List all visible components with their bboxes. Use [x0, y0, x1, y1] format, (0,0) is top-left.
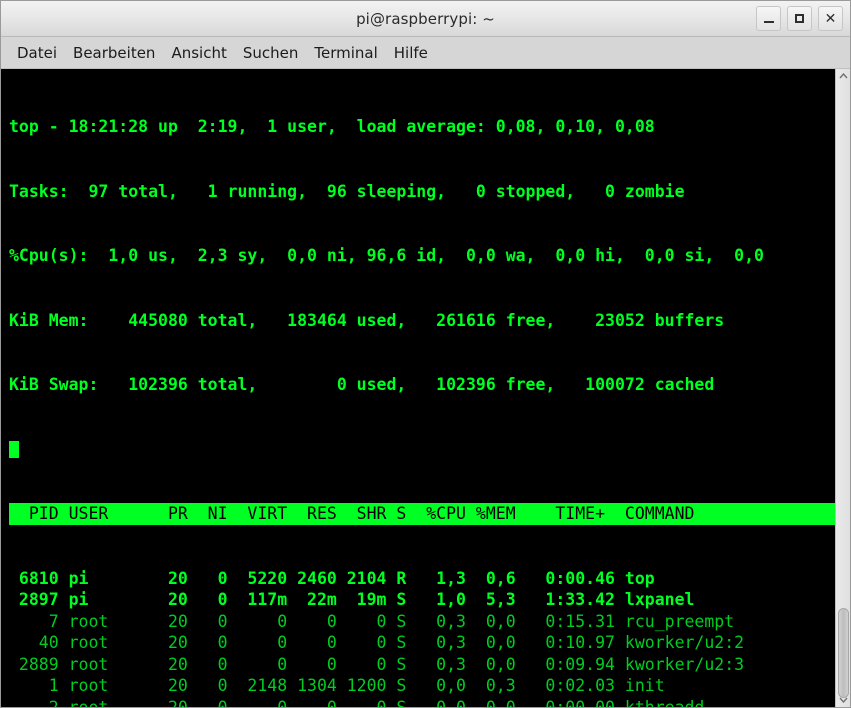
minimize-button[interactable]: [756, 6, 781, 31]
scrollbar-thumb[interactable]: [837, 608, 849, 698]
scrollbar-track[interactable]: [836, 83, 851, 698]
menu-item-datei[interactable]: Datei: [9, 41, 65, 65]
menu-item-terminal[interactable]: Terminal: [306, 41, 385, 65]
maximize-icon: [795, 14, 804, 23]
window-controls: ✕: [756, 6, 843, 31]
top-mem-line: KiB Mem: 445080 total, 183464 used, 2616…: [9, 310, 725, 330]
top-swap-line: KiB Swap: 102396 total, 0 used, 102396 f…: [9, 375, 715, 394]
process-row: 2889 root 20 0 0 0 0 S 0,3 0,0 0:09.94 k…: [9, 654, 745, 674]
process-row: 2 root 20 0 0 0 0 S 0,0 0,0 0:00.00 kthr…: [9, 697, 705, 708]
menu-item-hilfe[interactable]: Hilfe: [386, 41, 436, 65]
menu-item-suchen[interactable]: Suchen: [235, 41, 307, 65]
process-row: 7 root 20 0 0 0 0 S 0,3 0,0 0:15.31 rcu_…: [9, 611, 735, 631]
terminal-cursor-line: [9, 439, 835, 461]
process-row: 6810 pi 20 0 5220 2460 2104 R 1,3 0,6 0:…: [9, 568, 655, 588]
text-cursor: [9, 440, 19, 458]
process-row: 40 root 20 0 0 0 0 S 0,3 0,0 0:10.97 kwo…: [9, 633, 745, 652]
close-button[interactable]: ✕: [818, 6, 843, 31]
process-table-body: 6810 pi 20 0 5220 2460 2104 R 1,3 0,6 0:…: [9, 568, 835, 708]
minimize-icon: [763, 20, 774, 23]
close-icon: ✕: [824, 10, 837, 27]
top-cpu-line: %Cpu(s): 1,0 us, 2,3 sy, 0,0 ni, 96,6 id…: [9, 246, 764, 265]
process-table-header: PID USER PR NI VIRT RES SHR S %CPU %MEM …: [9, 503, 835, 525]
maximize-button[interactable]: [787, 6, 812, 31]
menu-item-ansicht[interactable]: Ansicht: [163, 41, 234, 65]
menu-item-bearbeiten[interactable]: Bearbeiten: [65, 41, 163, 65]
menu-bar: Datei Bearbeiten Ansicht Suchen Terminal…: [1, 37, 850, 69]
terminal-output[interactable]: top - 18:21:28 up 2:19, 1 user, load ave…: [1, 69, 835, 707]
scroll-up-button[interactable]: [836, 69, 851, 83]
terminal-window: pi@raspberrypi: ~ ✕ Datei Bearbeiten Ans…: [0, 0, 851, 708]
process-row: 2897 pi 20 0 117m 22m 19m S 1,0 5,3 1:33…: [9, 590, 695, 609]
top-tasks-line: Tasks: 97 total, 1 running, 96 sleeping,…: [9, 181, 685, 201]
top-uptime-line: top - 18:21:28 up 2:19, 1 user, load ave…: [9, 117, 655, 136]
window-title: pi@raspberrypi: ~: [356, 9, 495, 28]
terminal-area: top - 18:21:28 up 2:19, 1 user, load ave…: [1, 69, 850, 707]
process-row: 1 root 20 0 2148 1304 1200 S 0,0 0,3 0:0…: [9, 676, 665, 695]
chevron-up-icon: [838, 73, 848, 79]
vertical-scrollbar[interactable]: [835, 69, 850, 707]
title-bar[interactable]: pi@raspberrypi: ~ ✕: [1, 1, 850, 37]
